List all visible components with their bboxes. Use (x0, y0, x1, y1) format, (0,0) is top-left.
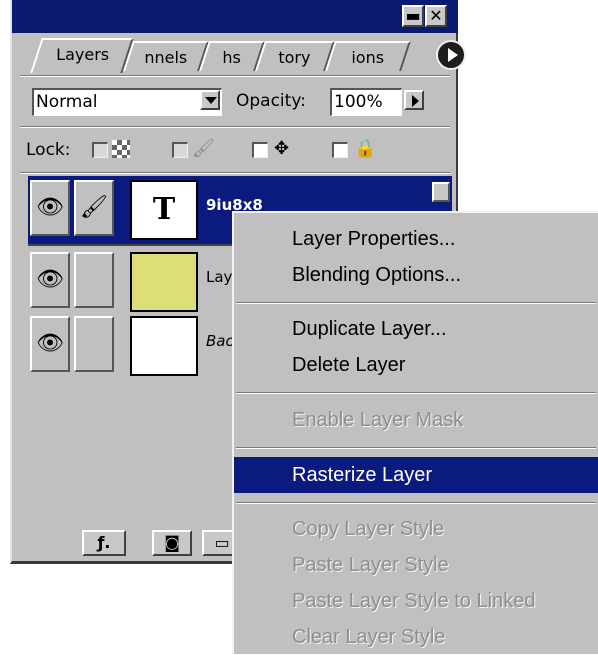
opacity-field[interactable]: 100% (330, 88, 402, 116)
lock-all-checkbox[interactable] (332, 142, 348, 158)
lock-transparency-checkbox[interactable] (92, 142, 108, 158)
lock-image-checkbox[interactable] (172, 142, 188, 158)
menu-item-paste-layer-style[interactable]: Paste Layer Style (234, 547, 598, 583)
menu-item-enable-layer-mask[interactable]: Enable Layer Mask (234, 402, 598, 438)
scroll-up-button[interactable] (432, 182, 450, 202)
menu-separator (236, 447, 596, 449)
opacity-slider-arrow-icon[interactable] (404, 90, 424, 110)
menu-separator (236, 502, 596, 504)
layer-thumbnail: T (130, 180, 198, 240)
link-slot[interactable] (74, 316, 114, 372)
tab-layers[interactable]: Layers (30, 38, 134, 73)
tab-actions[interactable]: ions (325, 41, 411, 71)
menu-separator (236, 392, 596, 394)
palette-tab-row: Layers nnels hs tory ions (12, 33, 466, 73)
menu-item-layer-properties[interactable]: Layer Properties... (234, 221, 598, 257)
menu-separator (236, 302, 596, 304)
tab-channels[interactable]: nnels (123, 41, 209, 71)
layer-style-icon[interactable]: ƒ. (82, 530, 126, 556)
blend-mode-dropdown-icon[interactable] (200, 90, 220, 110)
menu-item-paste-layer-style-to-linked[interactable]: Paste Layer Style to Linked (234, 583, 598, 619)
menu-item-copy-layer-style[interactable]: Copy Layer Style (234, 511, 598, 547)
menu-item-duplicate-layer[interactable]: Duplicate Layer... (234, 311, 598, 347)
brush-icon[interactable]: 🖌 (74, 180, 114, 236)
visibility-eye-icon[interactable]: 👁 (30, 252, 70, 308)
layer-context-menu: Layer Properties... Blending Options... … (232, 211, 598, 654)
blend-mode-select[interactable]: Normal (32, 88, 222, 116)
tab-paths[interactable]: hs (199, 41, 265, 71)
layer-thumbnail (130, 316, 198, 376)
move-icon: ✥ (274, 138, 290, 159)
lock-label: Lock: (26, 140, 71, 160)
palette-titlebar[interactable]: ▬ ✕ (12, 0, 458, 33)
link-slot[interactable] (74, 252, 114, 308)
visibility-eye-icon[interactable]: 👁 (30, 316, 70, 372)
menu-item-blending-options[interactable]: Blending Options... (234, 257, 598, 293)
add-mask-icon[interactable]: ◙ (152, 530, 192, 556)
layer-thumbnail (130, 252, 198, 312)
lock-icon: 🔒 (354, 138, 377, 159)
menu-item-delete-layer[interactable]: Delete Layer (234, 347, 598, 383)
menu-item-clear-layer-style[interactable]: Clear Layer Style (234, 619, 598, 655)
minimize-button[interactable]: ▬ (402, 5, 424, 27)
opacity-label: Opacity: (236, 91, 306, 111)
checkerboard-icon (112, 140, 130, 158)
brush-icon: 🖌 (192, 138, 215, 159)
divider (20, 75, 450, 77)
lock-position-checkbox[interactable] (252, 142, 268, 158)
close-button[interactable]: ✕ (425, 5, 447, 27)
tab-history[interactable]: tory (255, 41, 335, 71)
blend-mode-value: Normal (36, 92, 98, 112)
menu-item-rasterize-layer[interactable]: Rasterize Layer (234, 457, 598, 493)
palette-menu-arrow-icon[interactable] (436, 40, 466, 70)
divider (20, 172, 450, 174)
visibility-eye-icon[interactable]: 👁 (30, 180, 70, 236)
opacity-value: 100% (334, 92, 383, 112)
divider (20, 126, 450, 128)
